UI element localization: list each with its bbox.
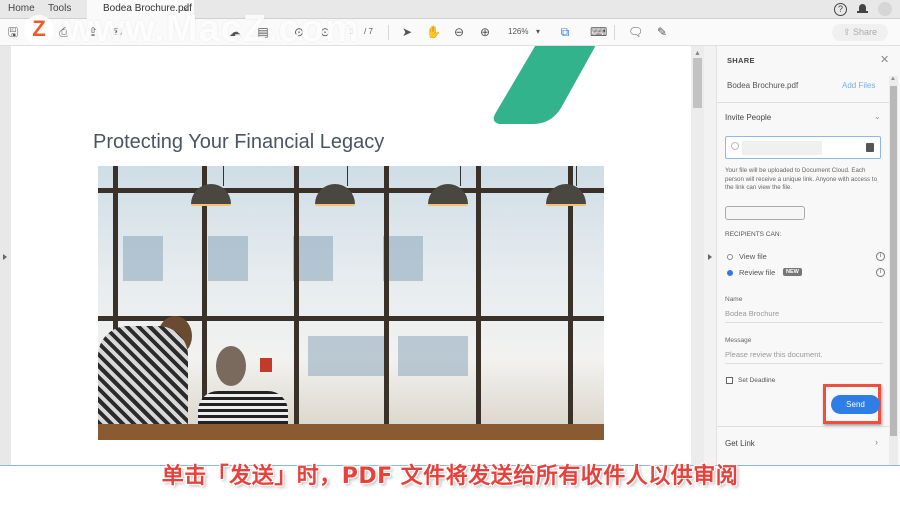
separator [388,25,389,40]
scrollbar-thumb[interactable] [693,58,702,108]
get-link-item[interactable]: Get Link [725,439,755,448]
name-label: Name [725,296,743,303]
set-deadline-checkbox[interactable] [726,377,733,384]
document-title: Protecting Your Financial Legacy [93,131,385,153]
highlight-pen-icon[interactable]: ✎ [655,25,669,39]
chevron-down-icon[interactable]: ⌄ [874,112,881,121]
scroll-mode-icon[interactable]: ⌨ [590,25,607,39]
divider [725,363,883,364]
zoom-out-icon[interactable]: ⊖ [452,25,466,39]
divider [717,426,889,427]
share-panel: SHARE ✕ Bodea Brochure.pdf Add Files Inv… [717,46,900,465]
select-arrow-icon[interactable]: ➤ [400,25,414,39]
comment-icon[interactable]: 🗨 [628,25,643,39]
close-tab-icon[interactable]: × [183,0,188,18]
clipboard-icon[interactable]: ▤ [256,25,270,39]
expand-left-icon [3,254,7,260]
tutorial-caption: 单击「发送」时，PDF 文件将发送给所有收件人以供审阅 [161,464,739,489]
scroll-up-icon[interactable]: ▲ [694,50,701,57]
address-book-icon[interactable] [866,143,874,152]
green-accent-path [493,46,596,124]
next-page-icon[interactable]: ⊙ [318,25,332,39]
prev-page-icon[interactable]: ⊙ [292,25,306,39]
search-icon [731,142,739,150]
share-button-label: Share [853,27,878,37]
recipient-input-value [742,141,822,155]
green-accent-shape [493,46,596,124]
panel-scrollbar[interactable]: ▲ [889,76,898,465]
zoom-in-icon[interactable]: ⊕ [478,25,492,39]
scroll-up-icon[interactable]: ▲ [890,76,896,82]
add-files-link[interactable]: Add Files [842,81,875,90]
share-filename: Bodea Brochure.pdf [727,81,799,90]
tab-tools[interactable]: Tools [48,0,71,19]
print-icon[interactable]: ⎙ [57,25,71,39]
tab-bar: Home Tools Bodea Brochure.pdf × ? [0,0,900,19]
right-panel-toggle[interactable] [704,46,717,465]
zoom-level[interactable]: 126% [508,25,528,39]
page-current[interactable]: 1 [350,25,354,39]
upload-icon[interactable]: ⇪ [86,25,100,39]
recipients-can-label: RECIPIENTS CAN: [725,231,782,238]
name-field[interactable]: Bodea Brochure [725,309,779,318]
collapse-right-icon [708,254,712,260]
hand-tool-icon[interactable]: ✋ [426,25,441,39]
tab-document[interactable]: Bodea Brochure.pdf × [87,0,194,19]
chevron-right-icon[interactable]: › [875,437,878,447]
set-deadline-label[interactable]: Set Deadline [738,377,775,384]
new-badge: NEW [783,268,802,276]
divider [717,102,889,103]
left-panel-toggle[interactable] [0,46,11,465]
upload-info-text: Your file will be uploaded to Document C… [725,167,878,191]
review-file-label[interactable]: Review file [739,268,775,277]
separator [614,25,615,40]
divider [725,322,883,323]
message-label: Message [725,337,752,344]
person [98,326,188,436]
page-fit-icon[interactable]: ⧉ [558,25,572,39]
zoom-dropdown-icon[interactable]: ▾ [536,25,540,39]
share-panel-title: SHARE [727,56,755,65]
user-avatar-icon[interactable] [878,2,892,16]
page-total: / 7 [364,27,373,36]
info-icon[interactable]: i [876,252,885,261]
send-button[interactable]: Send [831,395,880,414]
cloud-icon[interactable]: ☁ [228,25,242,39]
help-icon[interactable]: ? [834,2,847,16]
document-photo [98,166,604,440]
email-icon[interactable]: ✉ [110,25,124,39]
save-icon[interactable]: 🖫 [6,25,20,39]
message-field[interactable]: Please review this document. [725,350,823,359]
watermark-logo: Z [24,15,54,45]
view-file-radio[interactable] [727,254,733,260]
view-file-label[interactable]: View file [739,252,767,261]
share-button[interactable]: ⇪ Share [832,24,888,41]
document-scrollbar[interactable]: ▲ [691,46,704,465]
close-panel-icon[interactable]: ✕ [880,53,889,66]
invite-people-header[interactable]: Invite People [725,113,771,122]
toolbar: 🖫 ⎙ ⇪ ✉ ☁ ▤ ⊙ ⊙ 1 / 7 ➤ ✋ ⊖ ⊕ 126% ▾ ⧉ ⌨… [0,19,900,46]
scrollbar-thumb[interactable] [890,86,897,436]
document-page: Protecting Your Financial Legacy [11,46,691,465]
notification-bell-icon[interactable] [857,3,868,15]
tab-document-label: Bodea Brochure.pdf [103,3,192,14]
info-icon[interactable]: i [876,268,885,277]
review-file-radio[interactable] [727,270,733,276]
recipient-search-input[interactable] [725,136,881,159]
recipient-chip[interactable] [725,206,805,220]
